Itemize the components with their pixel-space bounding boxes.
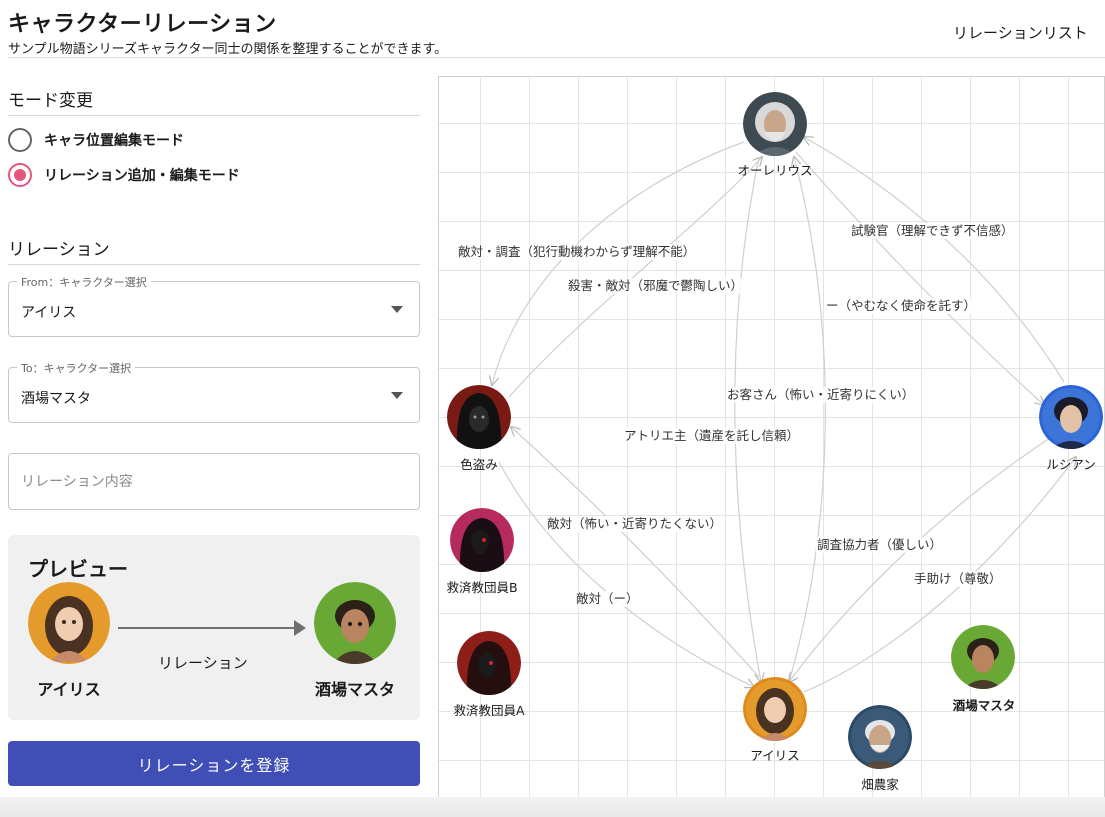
edge-aurelius-lucian	[795, 151, 1044, 405]
edge-label[interactable]: 手助け（尊敬）	[913, 571, 1003, 587]
bottom-scroll-area	[0, 797, 1105, 817]
dropdown-arrow-icon[interactable]	[391, 392, 403, 399]
from-character-select[interactable]: From：キャラクター選択 アイリス	[8, 274, 420, 337]
edge-label[interactable]: 調査協力者（優しい）	[816, 537, 944, 553]
character-node-hatake[interactable]	[848, 705, 912, 769]
relation-section-title: リレーション	[8, 235, 420, 265]
character-node-kyusai-a[interactable]	[457, 631, 521, 695]
edge-label[interactable]: 敵対（ー）	[575, 591, 640, 607]
radio-relation-edit-mode[interactable]: リレーション追加・編集モード	[8, 161, 240, 189]
radio-label: リレーション追加・編集モード	[44, 168, 240, 184]
edge-label[interactable]: ー（やむなく使命を託す）	[825, 298, 978, 314]
character-node-sakaba[interactable]	[951, 625, 1015, 689]
character-node-kyusai-b[interactable]	[450, 508, 514, 572]
edge-lucian-aurelius	[804, 137, 1065, 383]
to-select-value: 酒場マスタ	[21, 391, 91, 407]
edge-label[interactable]: 敵対（怖い・近寄りたくない）	[546, 516, 724, 532]
edge-label[interactable]: アトリエ主（遺産を託し信頼）	[623, 428, 801, 444]
preview-arrow	[118, 620, 306, 636]
edge-label[interactable]: 敵対・調査（犯行動機わからず理解不能）	[457, 244, 697, 260]
from-select-label: From：キャラクター選択	[17, 274, 151, 290]
edge-label[interactable]: 殺害・敵対（邪魔で鬱陶しい）	[567, 278, 745, 294]
portrait-image	[743, 677, 807, 741]
character-name: 畑農家	[861, 777, 899, 792]
portrait-image	[951, 625, 1015, 689]
portrait-image	[314, 582, 396, 664]
edge-aurelius-iro	[492, 141, 745, 385]
page-title: キャラクターリレーション	[8, 12, 277, 37]
relation-graph-canvas[interactable]: 敵対・調査（犯行動機わからず理解不能） 殺害・敵対（邪魔で鬱陶しい） 試験官（理…	[438, 76, 1105, 798]
character-name: オーレリウス	[737, 163, 813, 178]
character-name: アイリス	[750, 748, 800, 763]
character-node-lucian[interactable]	[1039, 385, 1103, 449]
edge-label[interactable]: 試験官（理解できず不信感）	[850, 223, 1015, 239]
preview-title: プレビュー	[28, 557, 128, 581]
character-node-iro[interactable]	[447, 385, 511, 449]
portrait-image	[28, 582, 110, 664]
radio-position-edit-mode[interactable]: キャラ位置編集モード	[8, 126, 184, 154]
portrait-image	[1039, 385, 1103, 449]
preview-from-avatar	[28, 582, 110, 664]
register-relation-button[interactable]: リレーションを登録	[8, 741, 420, 786]
mode-section-title: モード変更	[8, 86, 420, 116]
character-node-iris[interactable]	[743, 677, 807, 741]
edge-iris-iro	[511, 427, 760, 678]
edge-label[interactable]: お客さん（怖い・近寄りにくい）	[726, 387, 916, 403]
character-name: 救済教団員B	[446, 580, 518, 595]
edge-aurelius-iris	[734, 156, 761, 682]
portrait-image	[743, 92, 807, 156]
character-name: ルシアン	[1046, 457, 1096, 472]
to-select-label: To：キャラクター選択	[17, 360, 136, 376]
relation-list-link[interactable]: リレーションリスト	[953, 22, 1105, 43]
preview-panel: プレビュー リレーション アイリス 酒場マスタ	[8, 535, 420, 720]
edge-iris-aurelius	[788, 157, 826, 683]
preview-relation-text: リレーション	[158, 654, 248, 672]
edge-iro-iris	[498, 461, 754, 687]
page-subtitle: サンプル物語シリーズキャラクター同士の関係を整理することができます。	[8, 42, 448, 57]
radio-unchecked-icon[interactable]	[8, 128, 32, 152]
portrait-image	[848, 705, 912, 769]
character-name: 救済教団員A	[453, 703, 525, 718]
preview-to-avatar	[314, 582, 396, 664]
portrait-image	[457, 631, 521, 695]
radio-label: キャラ位置編集モード	[44, 133, 184, 149]
portrait-image	[450, 508, 514, 572]
character-node-aurelius[interactable]	[743, 92, 807, 156]
relation-content-input[interactable]	[8, 453, 420, 510]
character-name: 酒場マスタ	[952, 698, 1016, 713]
character-name: 色盗み	[460, 457, 498, 472]
dropdown-arrow-icon[interactable]	[391, 306, 403, 313]
preview-from-name: アイリス	[37, 680, 101, 699]
portrait-image	[447, 385, 511, 449]
edge-lucian-iris	[789, 431, 1060, 682]
preview-to-name: 酒場マスタ	[314, 680, 395, 699]
to-character-select[interactable]: To：キャラクター選択 酒場マスタ	[8, 360, 420, 423]
from-select-value: アイリス	[21, 305, 77, 321]
app-header: キャラクターリレーション サンプル物語シリーズキャラクター同士の関係を整理するこ…	[8, 6, 1105, 58]
radio-checked-icon[interactable]	[8, 163, 32, 187]
